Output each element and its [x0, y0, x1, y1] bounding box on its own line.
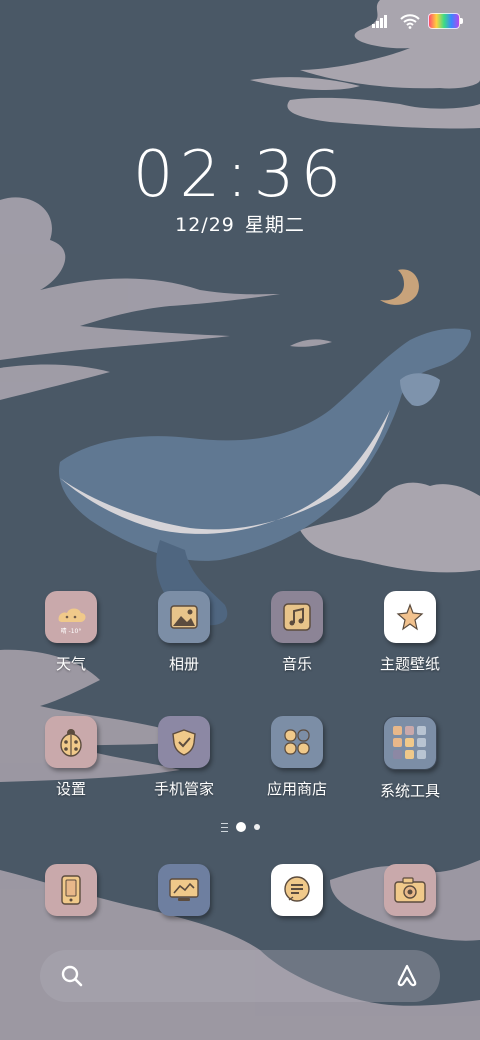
- page-menu-icon[interactable]: [220, 822, 228, 832]
- app-store-icon: [271, 716, 323, 768]
- wifi-icon: [400, 14, 420, 29]
- app-music[interactable]: 音乐: [245, 591, 349, 674]
- app-phone-manager[interactable]: 手机管家: [132, 716, 236, 799]
- app-store[interactable]: 应用商店: [245, 716, 349, 799]
- page-dot[interactable]: [253, 824, 260, 830]
- clock-date: 12/29 星期二: [0, 210, 480, 237]
- date-text: 12/29: [175, 214, 235, 236]
- app-weather[interactable]: 晴 -10° 天气: [19, 591, 123, 674]
- music-icon: [271, 591, 323, 643]
- status-bar: [372, 10, 463, 32]
- lock-clock-time[interactable]: 02:36: [0, 138, 480, 212]
- page-dot-active[interactable]: [235, 822, 246, 832]
- app-theme[interactable]: 主题壁纸: [358, 591, 462, 674]
- dock-phone[interactable]: [19, 864, 123, 916]
- app-gallery[interactable]: 相册: [132, 591, 236, 674]
- signal-icon: [372, 15, 387, 28]
- app-label: 手机管家: [153, 780, 214, 798]
- app-label: 系统工具: [379, 782, 440, 800]
- weather-icon: 晴 -10°: [45, 591, 97, 643]
- weather-badge: 晴 -10°: [61, 627, 82, 635]
- search-bar[interactable]: [40, 950, 440, 1002]
- camera-icon: [384, 864, 436, 916]
- dock-camera[interactable]: [358, 864, 462, 916]
- app-label: 主题壁纸: [379, 655, 440, 673]
- app-settings[interactable]: 设置: [19, 716, 123, 799]
- weekday-text: 星期二: [244, 214, 305, 236]
- ladybug-settings-icon: [45, 716, 97, 768]
- folder-system-tools[interactable]: 系统工具: [358, 716, 462, 801]
- search-icon[interactable]: [60, 964, 84, 988]
- battery-icon: [428, 13, 463, 29]
- gallery-icon: [158, 591, 210, 643]
- app-label: 相册: [168, 655, 199, 673]
- browser-icon: [158, 864, 210, 916]
- app-label: 音乐: [281, 655, 312, 673]
- app-label: 应用商店: [266, 780, 327, 798]
- folder-icon: [383, 716, 437, 770]
- shield-icon: [158, 716, 210, 768]
- app-label: 设置: [55, 780, 86, 798]
- dock-browser[interactable]: [132, 864, 236, 916]
- dock-messages[interactable]: [245, 864, 349, 916]
- page-indicator[interactable]: [0, 822, 480, 832]
- phone-icon: [45, 864, 97, 916]
- theme-icon: [384, 591, 436, 643]
- app-label: 天气: [55, 655, 86, 673]
- messages-icon: [271, 864, 323, 916]
- assistant-icon[interactable]: [394, 964, 420, 988]
